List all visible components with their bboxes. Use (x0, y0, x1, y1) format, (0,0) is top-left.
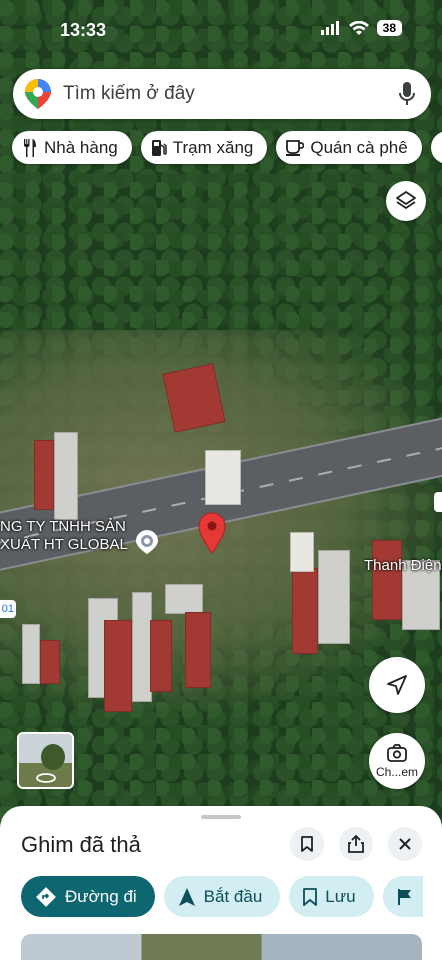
close-icon (399, 838, 411, 850)
chip-coffee[interactable]: Quán cà phê (276, 131, 422, 164)
place-photos[interactable] (21, 934, 422, 960)
place-label-line: NG TY TNHH SẢN (0, 518, 126, 535)
building-roof (34, 440, 54, 510)
my-location-button[interactable] (369, 657, 425, 713)
building-roof (372, 540, 402, 620)
status-bar: 13:33 38 (0, 0, 442, 60)
building-roof (292, 568, 318, 654)
directions-icon (36, 886, 56, 907)
building-roof (54, 432, 78, 520)
navigation-arrow-icon (178, 887, 195, 906)
building-roof (318, 550, 350, 644)
chip-restaurants[interactable]: Nhà hàng (12, 131, 132, 164)
building-roof (104, 620, 132, 712)
chip-label: Trạm xăng (172, 137, 254, 157)
microphone-icon[interactable] (399, 82, 415, 106)
flag-icon (397, 888, 411, 905)
dropped-pin-icon[interactable] (198, 512, 226, 554)
share-icon (348, 835, 364, 853)
building-roof (290, 532, 314, 572)
place-marker-icon[interactable] (135, 529, 159, 555)
action-label: Bắt đầu (203, 886, 263, 906)
road-badge-right (434, 492, 442, 512)
place-label-line: XUẤT HT GLOBAL (0, 536, 128, 553)
building-roof (22, 624, 40, 684)
building-roof (132, 592, 152, 702)
place-label[interactable]: NG TY TNHH SẢN XUẤT HT GLOBAL (0, 518, 128, 554)
search-input[interactable]: Tìm kiếm ở đây (63, 83, 399, 105)
road-badge: 01 (0, 600, 16, 618)
sheet-title: Ghim đã thả (21, 832, 141, 857)
street-view-thumbnail[interactable] (17, 732, 74, 789)
search-bar[interactable]: Tìm kiếm ở đây (13, 69, 431, 119)
start-button[interactable]: Bắt đầu (163, 876, 281, 917)
building-roof (185, 612, 211, 688)
layers-button[interactable] (386, 181, 426, 221)
battery-indicator: 38 (376, 20, 402, 36)
layers-icon (396, 191, 416, 209)
place-bottom-sheet[interactable]: Ghim đã thả Đường đi Bắt đầu Lưu (0, 806, 442, 960)
share-button[interactable] (339, 827, 373, 861)
gas-station-icon (151, 139, 167, 156)
signal-icon (320, 21, 339, 35)
building-roof (150, 620, 172, 692)
coffee-icon (286, 139, 305, 156)
save-pin-button[interactable] (290, 827, 324, 861)
place-label-right[interactable]: Thanh Điện (364, 557, 442, 575)
wifi-icon (348, 20, 369, 35)
status-time: 13:33 (60, 20, 107, 40)
more-actions-button[interactable] (382, 876, 423, 917)
category-chips: Nhà hàng Trạm xăng Quán cà phê (12, 131, 442, 164)
chip-label: Quán cà phê (310, 137, 408, 157)
bookmark-icon (301, 836, 313, 852)
close-button[interactable] (388, 827, 422, 861)
status-icons: 38 (320, 20, 402, 36)
bookmark-icon (303, 887, 318, 906)
camera-label: Ch...em (375, 764, 418, 779)
rotate-360-icon (36, 773, 56, 783)
camera-search-button[interactable]: Ch...em (369, 733, 425, 789)
building-roof (165, 584, 203, 614)
building-roof (40, 640, 60, 684)
sheet-drag-handle[interactable] (201, 815, 241, 819)
fork-knife-icon (24, 138, 36, 157)
save-button[interactable]: Lưu (289, 876, 374, 917)
building-roof (205, 450, 241, 505)
action-label: Đường đi (65, 886, 137, 906)
action-label: Lưu (325, 886, 356, 906)
chip-more[interactable] (430, 131, 442, 164)
maps-pin-logo-icon (25, 79, 51, 109)
directions-button[interactable]: Đường đi (21, 876, 155, 917)
camera-icon (387, 743, 407, 762)
location-arrow-icon (387, 675, 407, 695)
chip-label: Nhà hàng (44, 137, 118, 157)
chip-gas-stations[interactable]: Trạm xăng (140, 131, 268, 164)
action-buttons: Đường đi Bắt đầu Lưu (21, 876, 423, 917)
